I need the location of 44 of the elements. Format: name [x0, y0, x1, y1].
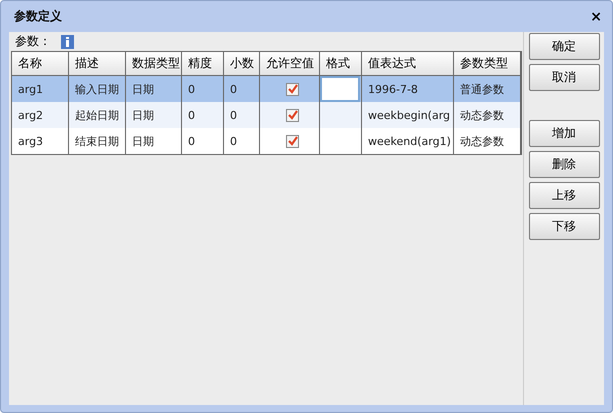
table-cell: 结束日期 — [69, 128, 126, 154]
close-button[interactable]: × — [590, 8, 602, 24]
dialog-button[interactable]: 下移 — [528, 213, 600, 240]
info-icon[interactable] — [61, 34, 74, 48]
checkbox[interactable] — [286, 134, 299, 148]
table-cell: 日期 — [126, 128, 182, 154]
table-cell: 0 — [182, 76, 224, 102]
table-cell: 动态参数 — [454, 128, 521, 154]
column-header[interactable]: 名称 — [12, 52, 69, 76]
table-cell: arg2 — [12, 102, 69, 128]
table-cell: 动态参数 — [454, 102, 521, 128]
table-cell: weekbegin(arg — [362, 102, 454, 128]
dialog-button[interactable]: 删除 — [528, 151, 600, 178]
table-cell: 0 — [182, 128, 224, 154]
dialog-button[interactable]: 确定 — [528, 33, 600, 60]
table-cell: arg3 — [12, 128, 69, 154]
column-header[interactable]: 允许空值 — [260, 52, 320, 76]
table-cell: 输入日期 — [69, 76, 126, 102]
column-header[interactable]: 参数类型 — [454, 52, 521, 76]
column-header[interactable]: 格式 — [320, 52, 362, 76]
table-cell: 日期 — [126, 76, 182, 102]
window-title: 参数定义 — [14, 8, 62, 25]
table-cell: 1996-7-8 — [362, 76, 454, 102]
checkbox[interactable] — [286, 108, 299, 122]
column-header[interactable]: 小数 — [224, 52, 260, 76]
table-cell: 0 — [224, 102, 260, 128]
table-cell: 普通参数 — [454, 76, 521, 102]
dialog-button[interactable]: 取消 — [528, 64, 600, 91]
table-cell: 0 — [182, 102, 224, 128]
table-cell: weekend(arg1) — [362, 128, 454, 154]
table-cell: 0 — [224, 128, 260, 154]
column-header[interactable]: 精度 — [182, 52, 224, 76]
column-header[interactable]: 描述 — [69, 52, 126, 76]
checkbox[interactable] — [286, 82, 299, 96]
format-input-field[interactable] — [320, 76, 360, 102]
table-cell: 日期 — [126, 102, 182, 128]
dialog-button[interactable]: 上移 — [528, 182, 600, 209]
column-header[interactable]: 数据类型 — [126, 52, 182, 76]
table-cell: arg1 — [12, 76, 69, 102]
params-label: 参数： — [15, 33, 51, 50]
table-cell: 0 — [224, 76, 260, 102]
dialog-button[interactable]: 增加 — [528, 120, 600, 147]
table-cell: 起始日期 — [69, 102, 126, 128]
column-header[interactable]: 值表达式 — [362, 52, 454, 76]
